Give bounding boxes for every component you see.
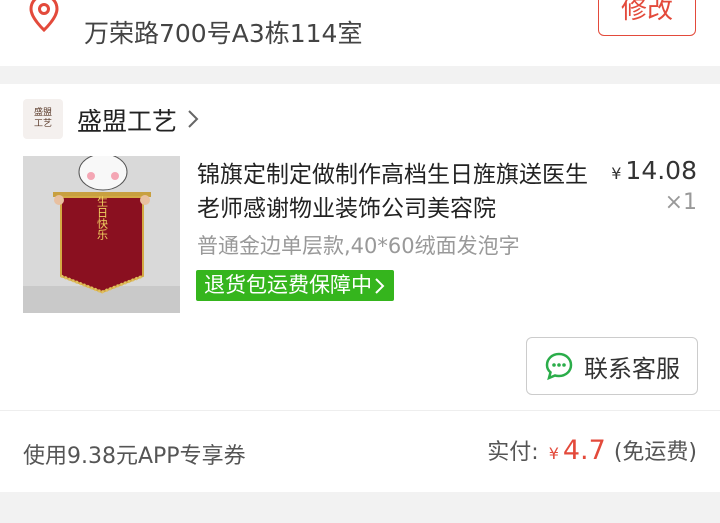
contact-service-label: 联系客服 — [584, 354, 680, 383]
address-detail: 万荣路700号A3栋114室 — [84, 19, 363, 48]
shop-name[interactable]: 盛盟工艺 — [77, 102, 177, 138]
product-photo-icon: 生日快乐 — [23, 156, 180, 313]
order-card: 盛盟 工艺 盛盟工艺 生日快乐 锦旗定制定做制作高档生日旌旗送医生老师感谢物业装… — [0, 84, 720, 492]
product-price: ¥14.08 — [611, 156, 697, 185]
paid-currency: ¥ — [548, 444, 559, 463]
product-title[interactable]: 锦旗定制定做制作高档生日旌旗送医生老师感谢物业装饰公司美容院 — [197, 158, 597, 226]
chevron-right-icon[interactable] — [186, 108, 200, 130]
shipping-note: (免运费) — [613, 440, 697, 465]
product-photo-banner-text: 生日快乐 — [96, 195, 109, 240]
paid-amount: 4.7 — [562, 435, 606, 466]
product-quantity: ×1 — [664, 190, 697, 215]
contact-service-button[interactable]: 联系客服 — [526, 337, 698, 395]
product-thumbnail[interactable]: 生日快乐 — [23, 156, 180, 313]
product-spec: 普通金边单层款,40*60绒面发泡字 — [197, 234, 520, 258]
shop-logo-text-top: 盛盟 — [33, 108, 52, 118]
shop-logo[interactable]: 盛盟 工艺 — [23, 99, 63, 139]
chat-bubble-icon — [545, 352, 573, 381]
price-value: 14.08 — [625, 156, 697, 185]
price-currency: ¥ — [611, 164, 622, 183]
paid-label: 实付: — [487, 440, 539, 465]
divider — [0, 410, 720, 411]
coupon-info: 使用9.38元APP专享券 — [23, 444, 246, 469]
paid-total: 实付: ¥ 4.7 (免运费) — [487, 434, 697, 466]
location-pin-icon — [29, 0, 59, 32]
shop-logo-text-bottom: 工艺 — [33, 119, 52, 129]
return-shipping-guarantee-badge[interactable]: 退货包运费保障中 — [196, 270, 394, 301]
address-card[interactable]: 万荣路700号A3栋114室 修改 — [0, 0, 720, 66]
chevron-right-icon — [375, 277, 385, 294]
guarantee-label: 退货包运费保障中 — [204, 273, 372, 297]
edit-address-button[interactable]: 修改 — [598, 0, 696, 36]
